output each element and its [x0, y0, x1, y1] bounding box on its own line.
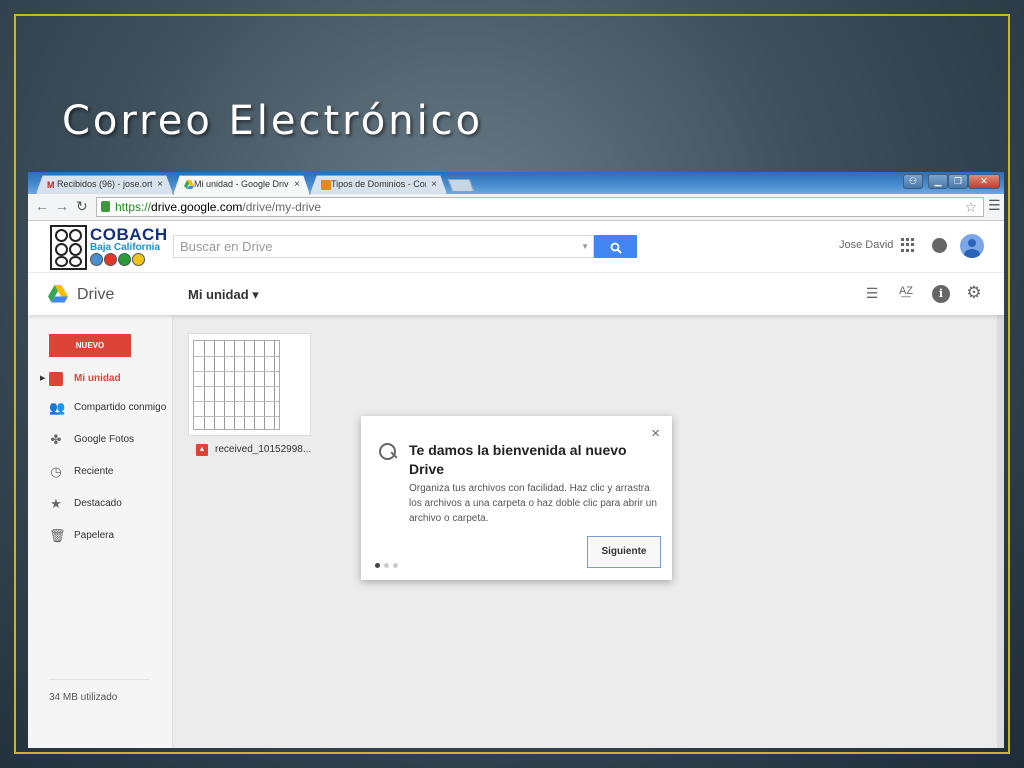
sidebar-item-label: Reciente — [74, 466, 114, 477]
browser-menu-icon[interactable]: ☰ — [988, 197, 1001, 214]
photos-icon: ✤ — [50, 432, 62, 447]
address-bar[interactable]: https://drive.google.com/drive/my-drive … — [96, 197, 984, 217]
tab-close-icon[interactable]: × — [431, 176, 437, 193]
tab-close-icon[interactable]: × — [157, 176, 163, 193]
page-dot-2[interactable] — [384, 563, 389, 568]
storage-usage[interactable]: 34 MB utilizado — [49, 692, 117, 703]
url-scheme: https:// — [115, 200, 152, 214]
forward-icon[interactable]: → — [55, 198, 69, 214]
search-button[interactable] — [594, 235, 637, 258]
lock-icon — [101, 201, 110, 212]
location-dropdown[interactable]: Mi unidad ▾ — [188, 287, 259, 303]
sidebar-item-label: Mi unidad — [74, 373, 121, 384]
restore-button[interactable]: ❐ — [948, 174, 968, 189]
settings-gear-icon[interactable]: ⚙ — [965, 283, 983, 302]
sidebar-item-starred[interactable]: ★ Destacado — [28, 493, 173, 515]
sidebar-item-photos[interactable]: ✤ Google Fotos — [28, 429, 173, 451]
new-tab-button[interactable] — [447, 179, 475, 192]
touch-icon — [379, 443, 396, 460]
expand-arrow-icon[interactable]: ▶ — [40, 368, 45, 390]
minimize-button[interactable]: ▁ — [928, 174, 948, 189]
drive-header: COBACH Baja California Buscar en Drive ▼… — [28, 222, 1004, 272]
sidebar-item-label: Compartido conmigo — [74, 402, 167, 413]
reload-icon[interactable]: ↻ — [76, 198, 88, 215]
drive-app-name: Drive — [77, 286, 115, 303]
welcome-dialog: × Te damos la bienvenida al nuevo Drive … — [361, 416, 672, 580]
browser-toolbar: ← → ↻ https://drive.google.com/drive/my-… — [28, 194, 1004, 221]
search-icon — [610, 242, 622, 254]
logo-badges — [90, 253, 146, 271]
file-thumbnail[interactable] — [188, 333, 311, 436]
search-options-icon[interactable]: ▼ — [581, 236, 589, 257]
sidebar-item-shared[interactable]: 👥 Compartido conmigo — [28, 397, 173, 419]
file-area: ▲ received_10152998... × Te damos la bie… — [173, 315, 997, 748]
tab-strip: M Recibidos (96) - jose.ortiz × Mi unida… — [28, 172, 1004, 195]
sidebar-divider — [49, 679, 149, 680]
sidebar-item-label: Destacado — [74, 498, 122, 509]
pagination-dots — [375, 555, 402, 573]
gmail-icon: M — [47, 180, 55, 190]
logo-subtitle: Baja California — [90, 242, 161, 253]
list-view-icon[interactable]: ☰ — [863, 285, 881, 303]
tab-dominios[interactable]: Tipos de Dominios - Conc × — [310, 175, 447, 194]
info-icon[interactable]: i — [932, 285, 950, 303]
trash-icon: 🗑 — [49, 528, 66, 543]
avatar[interactable] — [960, 234, 984, 258]
apps-grid-icon[interactable] — [901, 238, 915, 252]
vertical-scrollbar[interactable] — [997, 315, 1004, 748]
sidebar-item-trash[interactable]: 🗑 Papelera — [28, 525, 173, 547]
drive-icon — [184, 180, 194, 190]
tab-label: Mi unidad - Google Drive — [194, 179, 289, 189]
my-drive-icon — [49, 372, 63, 386]
sidebar-item-label: Papelera — [74, 530, 115, 541]
cobach-logo-icon — [50, 225, 87, 270]
tab-gmail[interactable]: M Recibidos (96) - jose.ortiz × — [36, 175, 173, 194]
drive-subheader: Drive Mi unidad ▾ ☰ A͟Z i ⚙ — [28, 272, 1004, 315]
tab-label: Tipos de Dominios - Conc — [331, 179, 426, 189]
shared-icon: 👥 — [49, 400, 66, 415]
search-input[interactable]: Buscar en Drive ▼ — [173, 235, 594, 258]
page-dot-1[interactable] — [375, 563, 380, 568]
sidebar-item-my-drive[interactable]: ▶ Mi unidad — [28, 368, 173, 390]
image-file-icon: ▲ — [196, 444, 208, 456]
url-path: /drive/my-drive — [242, 200, 322, 214]
sidebar-item-recent[interactable]: ◷ Reciente — [28, 461, 173, 483]
dialog-text: Organiza tus archivos con facilidad. Haz… — [409, 483, 657, 524]
notifications-icon[interactable] — [932, 238, 947, 253]
sidebar: NUEVO ▶ Mi unidad 👥 Compartido conmigo ✤… — [28, 315, 173, 748]
page-dot-3[interactable] — [393, 563, 398, 568]
close-window-button[interactable]: ✕ — [968, 174, 1000, 189]
user-switch-button[interactable]: ⚇ — [903, 174, 923, 189]
next-button[interactable]: Siguiente — [587, 536, 661, 568]
new-button[interactable]: NUEVO — [49, 334, 131, 357]
tab-google-drive[interactable]: Mi unidad - Google Drive × — [173, 175, 310, 195]
browser-window: M Recibidos (96) - jose.ortiz × Mi unida… — [28, 172, 1004, 748]
sort-az-icon[interactable]: A͟Z — [897, 285, 915, 303]
search-placeholder: Buscar en Drive — [180, 239, 273, 254]
file-name[interactable]: received_10152998... — [215, 444, 311, 455]
user-name[interactable]: Jose David — [839, 239, 893, 251]
drive-logo-icon — [48, 285, 68, 303]
tab-close-icon[interactable]: × — [294, 176, 300, 193]
tab-label: Recibidos (96) - jose.ortiz — [57, 179, 152, 189]
clock-icon: ◷ — [50, 464, 62, 479]
url-host: drive.google.com — [151, 200, 243, 214]
sidebar-item-label: Google Fotos — [74, 434, 135, 445]
slide-title: Correo Electrónico — [62, 98, 484, 144]
close-icon[interactable]: × — [651, 425, 660, 442]
bookmark-star-icon[interactable]: ☆ — [964, 198, 977, 216]
document-preview — [193, 340, 280, 430]
dialog-title: Te damos la bienvenida al nuevo Drive — [409, 442, 627, 477]
back-icon[interactable]: ← — [35, 198, 49, 214]
star-icon: ★ — [50, 496, 62, 511]
page-icon — [321, 180, 331, 190]
